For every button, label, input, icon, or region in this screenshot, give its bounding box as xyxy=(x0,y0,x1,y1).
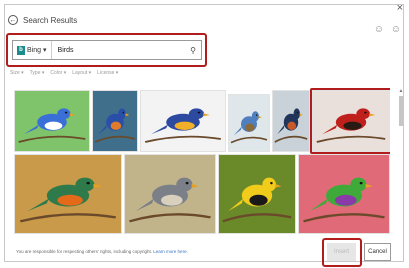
filter-color[interactable]: Color ▾ xyxy=(50,70,66,76)
blue-bird-branch-image-picture xyxy=(141,91,225,151)
filter-license[interactable]: License ▾ xyxy=(97,70,118,76)
image-results-grid xyxy=(14,86,390,236)
selected-image-outline xyxy=(310,88,390,154)
insert-button[interactable]: Insert xyxy=(327,243,356,261)
blue-birds-flying-image[interactable] xyxy=(14,90,90,152)
scroll-thumb[interactable] xyxy=(399,96,403,126)
filter-bar: Size ▾ Type ▾ Color ▾ Layout ▾ License ▾ xyxy=(10,70,118,76)
close-icon[interactable]: × xyxy=(397,2,403,14)
search-provider-dropdown[interactable]: b Bing ▾ xyxy=(13,41,52,59)
dialog-header: ← Search Results xyxy=(8,15,77,25)
hummingbird-image[interactable] xyxy=(14,154,122,234)
copyright-notice: You are responsible for respecting other… xyxy=(16,249,188,254)
blue-birds-flying-image-picture xyxy=(15,91,89,151)
back-arrow-icon[interactable]: ← xyxy=(8,15,18,25)
bing-logo-icon: b xyxy=(17,45,25,55)
swallow-bird-image[interactable] xyxy=(272,90,310,152)
goldfinch-image[interactable] xyxy=(218,154,296,234)
cancel-button[interactable]: Cancel xyxy=(364,243,391,261)
gouldian-finch-image-picture xyxy=(299,155,389,233)
scroll-up-icon[interactable]: ▲ xyxy=(398,88,404,94)
search-icon[interactable]: ⚲ xyxy=(190,46,201,55)
goldfinch-image-picture xyxy=(219,155,295,233)
search-box: b Bing ▾ Birds ⚲ xyxy=(12,40,202,60)
scrollbar[interactable]: ▲ xyxy=(398,88,404,238)
search-input[interactable]: Birds xyxy=(52,47,191,54)
small-blue-bird-image[interactable] xyxy=(228,94,270,152)
blue-bird-branch-image[interactable] xyxy=(140,90,226,152)
dialog-title: Search Results xyxy=(23,15,78,25)
learn-more-link[interactable]: Learn more here. xyxy=(153,249,188,254)
swallow-bird-image-picture xyxy=(273,91,309,151)
copyright-notice-text: You are responsible for respecting other… xyxy=(16,249,153,254)
gouldian-finch-image[interactable] xyxy=(298,154,390,234)
filter-layout[interactable]: Layout ▾ xyxy=(72,70,91,76)
search-provider-label: Bing xyxy=(27,46,42,54)
feedback-icons[interactable]: ☺ ☺ xyxy=(374,24,403,35)
small-blue-bird-image-picture xyxy=(229,95,269,151)
filter-type[interactable]: Type ▾ xyxy=(30,70,45,76)
chevron-down-icon: ▾ xyxy=(43,47,47,54)
blue-orange-bird-image[interactable] xyxy=(92,90,138,152)
gray-bird-image-picture xyxy=(125,155,215,233)
filter-size[interactable]: Size ▾ xyxy=(10,70,24,76)
gray-bird-image[interactable] xyxy=(124,154,216,234)
blue-orange-bird-image-picture xyxy=(93,91,137,151)
hummingbird-image-picture xyxy=(15,155,121,233)
